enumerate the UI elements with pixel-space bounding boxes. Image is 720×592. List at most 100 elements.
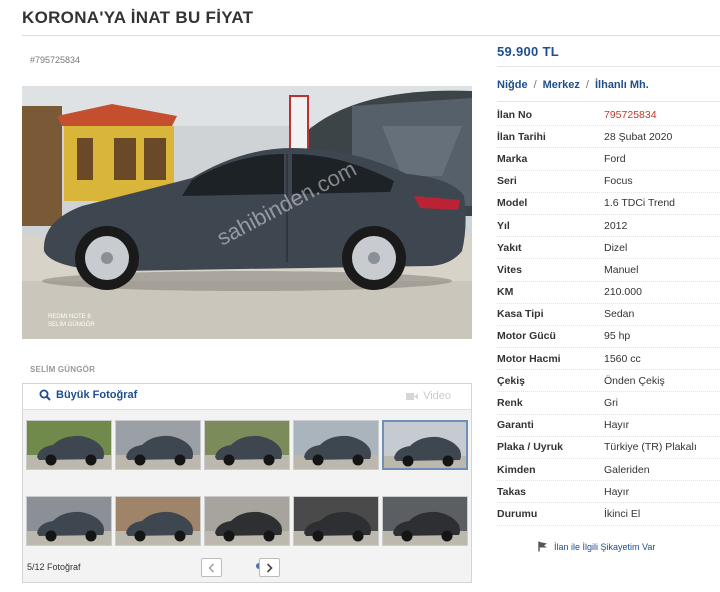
detail-value: Önden Çekiş — [604, 374, 665, 387]
overlay-owner: SELİM GÜNGÖR — [48, 321, 95, 328]
location-breadcrumb: Niğde / Merkez / İlhanlı Mh. — [497, 79, 649, 91]
video-label: Video — [423, 390, 451, 402]
photo-gallery: Büyük Fotoğraf Video 5/12 Fotoğraf — [22, 383, 472, 583]
detail-key: Durumu — [497, 507, 538, 520]
detail-value: 2012 — [604, 219, 628, 232]
detail-key: Vites — [497, 263, 522, 276]
detail-value: 795725834 — [604, 108, 657, 121]
detail-value: 1560 cc — [604, 352, 641, 365]
detail-key: Yıl — [497, 219, 510, 232]
detail-row: KM 210.000 — [497, 282, 720, 304]
detail-value: Gri — [604, 397, 618, 410]
location-city[interactable]: Niğde — [497, 79, 528, 91]
big-photo-label: Büyük Fotoğraf — [56, 389, 138, 401]
detail-value: İkinci El — [604, 507, 641, 520]
detail-row: İlan Tarihi 28 Şubat 2020 — [497, 126, 720, 149]
complaint-label: İlan ile İlgili Şikayetim Var — [554, 541, 656, 552]
thumbnail-image — [27, 421, 111, 469]
thumbnail[interactable] — [382, 496, 468, 546]
detail-row: Kasa Tipi Sedan — [497, 304, 720, 326]
detail-value: Ford — [604, 152, 626, 165]
thumbnail[interactable] — [293, 420, 379, 470]
detail-value: Dizel — [604, 241, 628, 254]
detail-row: Vites Manuel — [497, 259, 720, 282]
photo-counter: 5/12 Fotoğraf — [27, 562, 81, 572]
detail-key: Kasa Tipi — [497, 308, 544, 321]
thumbnail[interactable] — [115, 420, 201, 470]
price-divider — [497, 66, 720, 67]
detail-value: Manuel — [604, 263, 639, 276]
thumbnail-image — [294, 421, 378, 469]
thumbnail[interactable] — [382, 420, 468, 470]
big-photo-button[interactable]: Büyük Fotoğraf — [39, 389, 137, 401]
thumbnail[interactable] — [115, 496, 201, 546]
detail-key: Takas — [497, 485, 526, 498]
gallery-toolbar: Büyük Fotoğraf Video — [23, 384, 471, 410]
detail-row: Takas Hayır — [497, 481, 720, 504]
detail-value: 95 hp — [604, 330, 631, 343]
detail-value: Focus — [604, 175, 633, 188]
car-photo: sahibinden.com REDMI NOTE 8 SELİM GÜNGÖR — [22, 86, 472, 339]
detail-row: Renk Gri — [497, 392, 720, 415]
page-title: KORONA'YA İNAT BU FİYAT — [22, 8, 254, 27]
detail-row: Kimden Galeriden — [497, 459, 720, 482]
location-divider — [497, 101, 720, 102]
detail-key: Kimden — [497, 463, 536, 476]
detail-key: Motor Hacmi — [497, 352, 561, 365]
detail-value: Türkiye (TR) Plakalı — [604, 441, 697, 454]
detail-row: Seri Focus — [497, 171, 720, 193]
detail-key: Yakıt — [497, 241, 522, 254]
detail-value: Sedan — [604, 308, 635, 321]
thumbnail[interactable] — [204, 496, 290, 546]
detail-row: Plaka / Uyruk Türkiye (TR) Plakalı — [497, 437, 720, 459]
detail-row: Model 1.6 TDCi Trend — [497, 193, 720, 215]
location-neighborhood[interactable]: İlhanlı Mh. — [595, 79, 649, 91]
chevron-right-icon — [266, 562, 273, 573]
detail-row: Durumu İkinci El — [497, 503, 720, 526]
thumbnail[interactable] — [293, 496, 379, 546]
flag-icon — [538, 541, 547, 552]
main-photo[interactable]: sahibinden.com REDMI NOTE 8 SELİM GÜNGÖR — [22, 86, 472, 339]
price: 59.900 TL — [497, 44, 559, 59]
detail-key: Model — [497, 197, 528, 210]
thumbnail-image — [116, 497, 200, 545]
thumbnail[interactable] — [204, 420, 290, 470]
video-button[interactable]: Video — [406, 390, 451, 402]
thumbnail[interactable] — [26, 496, 112, 546]
thumbnail-image — [116, 421, 200, 469]
location-district[interactable]: Merkez — [543, 79, 580, 91]
detail-row: Marka Ford — [497, 148, 720, 171]
next-page-button[interactable] — [259, 558, 280, 577]
thumbnail-image — [205, 497, 289, 545]
detail-key: Motor Gücü — [497, 330, 556, 343]
video-camera-icon — [406, 392, 419, 400]
detail-row: Garanti Hayır — [497, 415, 720, 437]
detail-value: Galeriden — [604, 463, 650, 476]
detail-value: 210.000 — [604, 286, 642, 299]
chevron-left-icon — [208, 562, 215, 573]
detail-value: Hayır — [604, 485, 630, 498]
thumbnail-image — [384, 422, 466, 468]
location-separator: / — [533, 79, 537, 91]
location-separator: / — [585, 79, 589, 91]
complaint-link[interactable]: İlan ile İlgili Şikayetim Var — [538, 541, 655, 552]
detail-key: İlan No — [497, 108, 533, 121]
detail-row: Motor Gücü 95 hp — [497, 326, 720, 349]
thumbnail-image — [205, 421, 289, 469]
magnifier-icon — [39, 389, 51, 401]
prev-page-button[interactable] — [201, 558, 222, 577]
detail-row: İlan No 795725834 — [497, 104, 720, 127]
detail-value: 28 Şubat 2020 — [604, 130, 673, 143]
detail-row: Çekiş Önden Çekiş — [497, 370, 720, 393]
detail-value: Hayır — [604, 419, 630, 432]
thumbnail[interactable] — [26, 420, 112, 470]
detail-key: İlan Tarihi — [497, 130, 546, 143]
thumbnail-image — [383, 497, 467, 545]
title-divider — [22, 35, 720, 36]
details-table: İlan No 795725834 İlan Tarihi 28 Şubat 2020… — [497, 104, 720, 526]
detail-key: Garanti — [497, 419, 534, 432]
thumbnail-image — [27, 497, 111, 545]
detail-key: Seri — [497, 175, 517, 188]
detail-key: KM — [497, 286, 514, 299]
detail-key: Renk — [497, 397, 523, 410]
